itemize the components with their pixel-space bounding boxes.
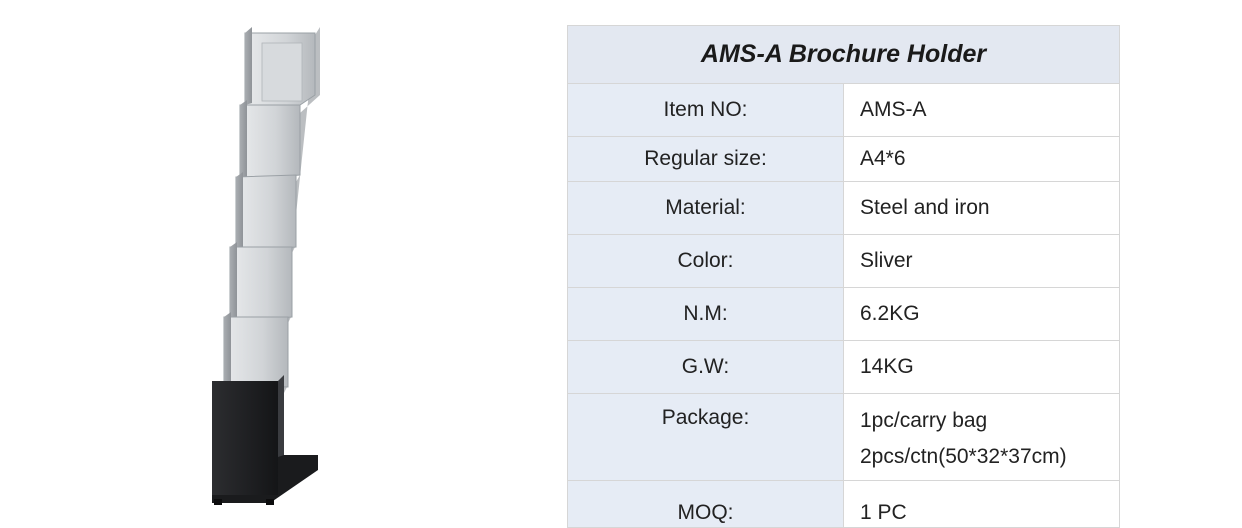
package-line-1: 1pc/carry bag [860, 408, 988, 432]
table-row: Color: Sliver [567, 234, 1120, 288]
table-row: G.W: 14KG [567, 340, 1120, 394]
pocket-5 [223, 312, 289, 388]
table-row: Material: Steel and iron [567, 181, 1120, 235]
row-label-moq: MOQ: [567, 480, 844, 528]
row-value-package: 1pc/carry bag 2pcs/ctn(50*32*37cm) [843, 393, 1120, 481]
holder-base [212, 375, 318, 505]
spec-table: AMS-A Brochure Holder Item NO: AMS-A Reg… [567, 25, 1120, 528]
row-label-regular-size: Regular size: [567, 136, 844, 182]
table-row: Item NO: AMS-A [567, 83, 1120, 137]
row-value-regular-size: A4*6 [843, 136, 1120, 182]
row-label-net-weight: N.M: [567, 287, 844, 341]
row-label-item-no: Item NO: [567, 83, 844, 137]
row-value-material: Steel and iron [843, 181, 1120, 235]
package-line-2: 2pcs/ctn(50*32*37cm) [860, 444, 1067, 468]
row-label-gross-weight: G.W: [567, 340, 844, 394]
row-label-material: Material: [567, 181, 844, 235]
pocket-2 [239, 100, 301, 181]
pocket-1 [244, 27, 316, 106]
row-value-item-no: AMS-A [843, 83, 1120, 137]
table-title: AMS-A Brochure Holder [567, 25, 1120, 84]
table-row: Package: 1pc/carry bag 2pcs/ctn(50*32*37… [567, 393, 1120, 481]
row-value-net-weight: 6.2KG [843, 287, 1120, 341]
table-row: N.M: 6.2KG [567, 287, 1120, 341]
pocket-4 [229, 242, 293, 322]
row-label-color: Color: [567, 234, 844, 288]
row-value-moq: 1 PC [843, 480, 1120, 528]
row-label-package: Package: [567, 393, 844, 481]
row-value-color: Sliver [843, 234, 1120, 288]
row-value-gross-weight: 14KG [843, 340, 1120, 394]
table-row: Regular size: A4*6 [567, 136, 1120, 182]
pocket-3 [235, 172, 297, 252]
brochure-holder-image [212, 27, 320, 505]
table-row: MOQ: 1 PC [567, 480, 1120, 528]
